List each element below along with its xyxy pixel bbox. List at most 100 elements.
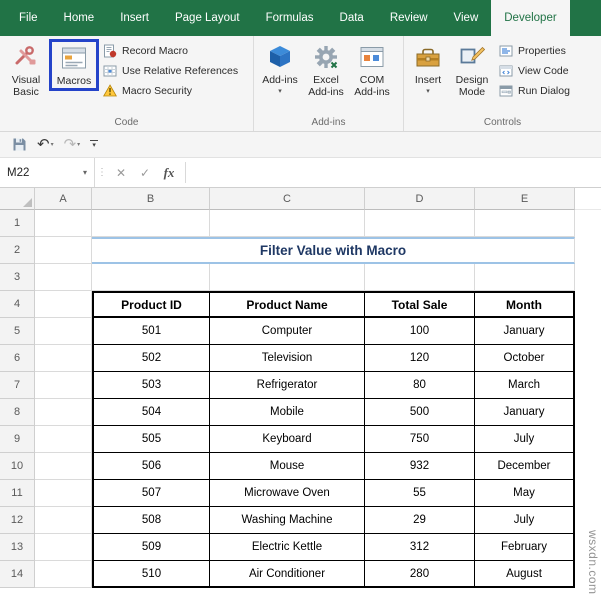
cell[interactable]: 500 — [365, 399, 475, 426]
cell-A7[interactable] — [35, 372, 92, 399]
cell[interactable]: Air Conditioner — [210, 561, 365, 588]
macros-button[interactable]: Macros — [49, 39, 99, 92]
cell-A6[interactable] — [35, 345, 92, 372]
name-box[interactable]: M22 ▾ — [0, 158, 95, 187]
cell-E3[interactable] — [475, 264, 575, 291]
cell-D3[interactable] — [365, 264, 475, 291]
cell-B1[interactable] — [92, 210, 210, 237]
cell[interactable]: January — [475, 318, 575, 345]
insert-control-button[interactable]: Insert ▾ — [407, 39, 449, 97]
cell[interactable]: Mobile — [210, 399, 365, 426]
view-code-button[interactable]: View Code — [499, 64, 570, 78]
row-header-1[interactable]: 1 — [0, 210, 35, 237]
table-header-total-sale[interactable]: Total Sale — [365, 291, 475, 318]
row-header-5[interactable]: 5 — [0, 318, 35, 345]
use-relative-references-button[interactable]: Use Relative References — [103, 64, 238, 78]
cell[interactable]: August — [475, 561, 575, 588]
cell[interactable]: Mouse — [210, 453, 365, 480]
cell[interactable]: 750 — [365, 426, 475, 453]
cell[interactable]: October — [475, 345, 575, 372]
cell-A3[interactable] — [35, 264, 92, 291]
cell-A11[interactable] — [35, 480, 92, 507]
excel-add-ins-button[interactable]: Excel Add-ins — [303, 39, 349, 100]
row-header-8[interactable]: 8 — [0, 399, 35, 426]
cell-A2[interactable] — [35, 237, 92, 264]
tab-view[interactable]: View — [441, 0, 492, 36]
cell[interactable]: 509 — [92, 534, 210, 561]
row-header-9[interactable]: 9 — [0, 426, 35, 453]
redo-button[interactable]: ↷ ▾ — [64, 137, 81, 152]
cell[interactable]: 507 — [92, 480, 210, 507]
tab-home[interactable]: Home — [51, 0, 108, 36]
tab-review[interactable]: Review — [377, 0, 441, 36]
formula-input[interactable] — [190, 158, 601, 187]
cancel-button[interactable]: ✕ — [109, 158, 133, 187]
cell-A14[interactable] — [35, 561, 92, 588]
cell[interactable]: Refrigerator — [210, 372, 365, 399]
tab-file[interactable]: File — [6, 0, 51, 36]
table-header-product-id[interactable]: Product ID — [92, 291, 210, 318]
insert-function-button[interactable]: fx — [157, 158, 181, 187]
cell[interactable]: 501 — [92, 318, 210, 345]
row-header-12[interactable]: 12 — [0, 507, 35, 534]
cell-C1[interactable] — [210, 210, 365, 237]
cell[interactable]: 508 — [92, 507, 210, 534]
visual-basic-button[interactable]: Visual Basic — [3, 39, 49, 100]
cell[interactable]: 502 — [92, 345, 210, 372]
cell[interactable]: 506 — [92, 453, 210, 480]
cell-A8[interactable] — [35, 399, 92, 426]
cell[interactable]: 80 — [365, 372, 475, 399]
cell-A13[interactable] — [35, 534, 92, 561]
cell[interactable]: 312 — [365, 534, 475, 561]
cell[interactable]: July — [475, 426, 575, 453]
select-all-corner[interactable] — [0, 188, 35, 210]
cell[interactable]: 505 — [92, 426, 210, 453]
customize-quick-access-button[interactable]: ▾ — [90, 140, 99, 149]
row-header-10[interactable]: 10 — [0, 453, 35, 480]
cell[interactable]: 280 — [365, 561, 475, 588]
cell[interactable]: 504 — [92, 399, 210, 426]
column-header-B[interactable]: B — [92, 188, 210, 210]
cell[interactable]: Electric Kettle — [210, 534, 365, 561]
tab-developer[interactable]: Developer — [491, 0, 570, 36]
cell-A9[interactable] — [35, 426, 92, 453]
com-add-ins-button[interactable]: COM Add-ins — [349, 39, 395, 100]
cell[interactable]: 100 — [365, 318, 475, 345]
row-header-13[interactable]: 13 — [0, 534, 35, 561]
add-ins-button[interactable]: Add-ins ▾ — [257, 39, 303, 97]
tab-insert[interactable]: Insert — [107, 0, 162, 36]
column-header-D[interactable]: D — [365, 188, 475, 210]
cell[interactable]: Washing Machine — [210, 507, 365, 534]
table-header-product-name[interactable]: Product Name — [210, 291, 365, 318]
properties-button[interactable]: Properties — [499, 44, 570, 58]
run-dialog-button[interactable]: Run Dialog — [499, 84, 570, 98]
cell-A12[interactable] — [35, 507, 92, 534]
cell-A5[interactable] — [35, 318, 92, 345]
cell[interactable]: 503 — [92, 372, 210, 399]
cell[interactable]: Computer — [210, 318, 365, 345]
cell-C3[interactable] — [210, 264, 365, 291]
cell[interactable]: Keyboard — [210, 426, 365, 453]
row-header-6[interactable]: 6 — [0, 345, 35, 372]
cell-A1[interactable] — [35, 210, 92, 237]
cell[interactable]: February — [475, 534, 575, 561]
row-header-7[interactable]: 7 — [0, 372, 35, 399]
cell[interactable]: Microwave Oven — [210, 480, 365, 507]
cell[interactable]: 55 — [365, 480, 475, 507]
column-header-E[interactable]: E — [475, 188, 575, 210]
cell-D1[interactable] — [365, 210, 475, 237]
column-header-C[interactable]: C — [210, 188, 365, 210]
cell[interactable]: 29 — [365, 507, 475, 534]
cell-A10[interactable] — [35, 453, 92, 480]
cell[interactable]: July — [475, 507, 575, 534]
cell[interactable]: 120 — [365, 345, 475, 372]
table-header-month[interactable]: Month — [475, 291, 575, 318]
tab-page-layout[interactable]: Page Layout — [162, 0, 253, 36]
tab-formulas[interactable]: Formulas — [253, 0, 327, 36]
row-header-2[interactable]: 2 — [0, 237, 35, 264]
row-header-3[interactable]: 3 — [0, 264, 35, 291]
cell-E1[interactable] — [475, 210, 575, 237]
undo-button[interactable]: ↶ ▾ — [37, 137, 54, 152]
cell[interactable]: May — [475, 480, 575, 507]
title-cell[interactable]: Filter Value with Macro — [92, 237, 575, 264]
